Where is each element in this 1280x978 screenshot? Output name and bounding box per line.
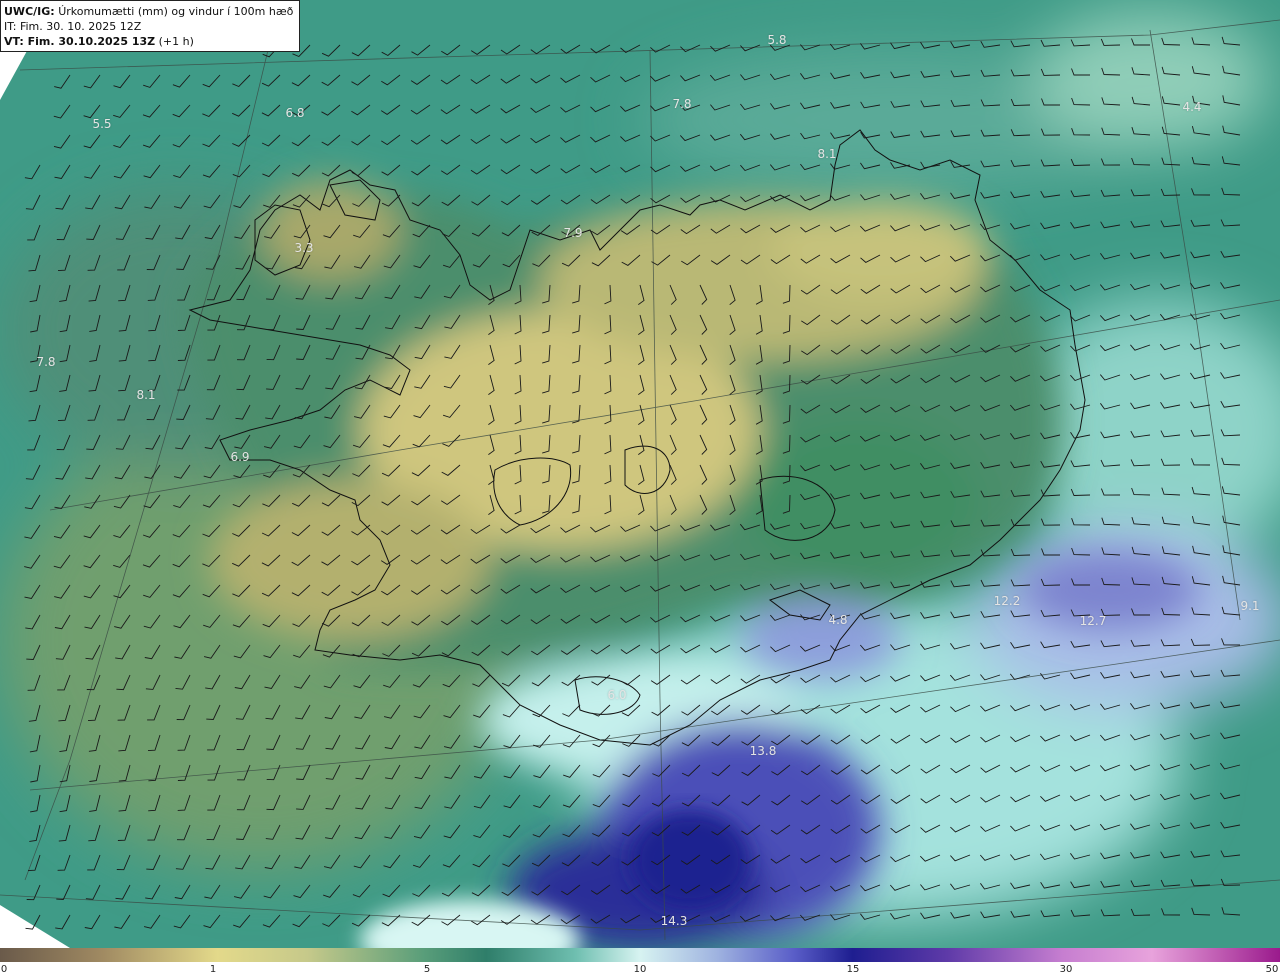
map-value: 9.1 <box>1240 599 1260 613</box>
map-value: 13.8 <box>749 744 777 758</box>
colorbar: 0 1 5 10 15 30 50 <box>0 948 1280 978</box>
map-value: 4.4 <box>1182 100 1202 114</box>
map-value: 8.1 <box>817 147 837 161</box>
colorbar-tick: 30 <box>1059 964 1073 975</box>
map-value: 7.9 <box>563 226 583 240</box>
colorbar-tick: 1 <box>209 964 217 975</box>
map-value: 6.9 <box>230 450 250 464</box>
valid-time-line: VT: Fim. 30.10.2025 13Z (+1 h) <box>4 34 293 49</box>
valid-time: VT: Fim. 30.10.2025 13Z <box>4 35 156 48</box>
map-value: 5.8 <box>767 33 787 47</box>
precipitation-wind-map <box>0 0 1280 948</box>
title-line: UWC/IG: Úrkomumætti (mm) og vindur í 100… <box>4 4 293 19</box>
map-title: Úrkomumætti (mm) og vindur í 100m hæð <box>58 5 294 18</box>
map-value: 12.2 <box>993 594 1021 608</box>
map-value: 6.8 <box>285 106 305 120</box>
map-value: 4.8 <box>828 613 848 627</box>
precipitation-field <box>0 0 1280 948</box>
map-value: 7.8 <box>672 97 692 111</box>
map-header: UWC/IG: Úrkomumætti (mm) og vindur í 100… <box>0 0 301 52</box>
map-value: 5.5 <box>92 117 112 131</box>
lead-time: (+1 h) <box>158 35 194 48</box>
colorbar-tick: 50 <box>1265 964 1279 975</box>
colorbar-tick: 15 <box>846 964 860 975</box>
map-value: 7.8 <box>36 355 56 369</box>
colorbar-tick: 10 <box>633 964 647 975</box>
product-code: UWC/IG: <box>4 5 55 18</box>
colorbar-tick: 0 <box>0 964 8 975</box>
map-value: 12.7 <box>1079 614 1107 628</box>
colorbar-tick: 5 <box>423 964 431 975</box>
init-time: IT: Fim. 30. 10. 2025 12Z <box>4 20 142 33</box>
map-value: 3.3 <box>294 241 314 255</box>
map-value: 8.1 <box>136 388 156 402</box>
map-value: 6.0 <box>607 688 627 702</box>
colorbar-ramp <box>0 948 1280 962</box>
map-value: 14.3 <box>660 914 688 928</box>
